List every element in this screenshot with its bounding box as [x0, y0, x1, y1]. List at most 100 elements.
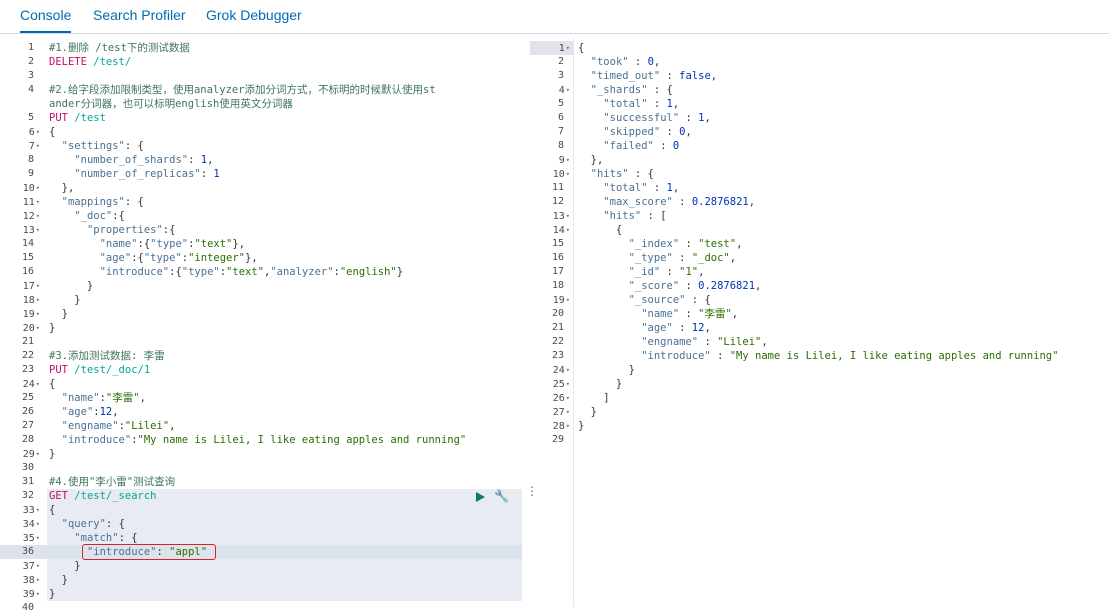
- play-icon[interactable]: [476, 492, 485, 502]
- fold-icon[interactable]: ▾: [566, 226, 570, 234]
- code-token: "english": [339, 266, 397, 278]
- line-number-text: 9: [27, 168, 34, 179]
- code-token: :: [660, 266, 680, 278]
- fold-icon[interactable]: ▾: [566, 86, 570, 94]
- fold-icon[interactable]: ▾: [36, 198, 40, 206]
- tab-grok-debugger[interactable]: Grok Debugger: [206, 7, 302, 23]
- code-token: {: [578, 224, 623, 236]
- fold-icon[interactable]: ▾: [566, 394, 570, 402]
- line-number: 27▾: [534, 405, 570, 419]
- fold-icon[interactable]: ▾: [566, 408, 570, 416]
- code-token: }: [49, 448, 56, 460]
- fold-icon[interactable]: ▾: [566, 366, 570, 374]
- line-number-text: 20: [551, 308, 564, 319]
- line-number: 13▾: [534, 209, 570, 223]
- code-line: {: [578, 41, 584, 55]
- code-token: "analyzer": [270, 266, 334, 278]
- fold-icon[interactable]: ▾: [566, 44, 570, 52]
- code-token: "engname": [61, 420, 119, 432]
- fold-icon[interactable]: ▾: [566, 422, 570, 430]
- code-line: #2.给字段添加限制类型，使用analyzer添加分词方式，不标明的时候默认使用…: [49, 83, 436, 97]
- code-token: "Lilei": [717, 336, 762, 348]
- line-number-text: 30: [21, 462, 34, 473]
- code-line: PUT /test/_doc/1: [49, 363, 150, 377]
- line-number: 18: [534, 279, 570, 293]
- code-token: "engname": [641, 336, 699, 348]
- fold-icon[interactable]: ▾: [36, 450, 40, 458]
- code-token: : {: [647, 84, 673, 96]
- fold-icon[interactable]: ▾: [36, 184, 40, 192]
- fold-icon[interactable]: ▾: [36, 226, 40, 234]
- code-line: "took" : 0,: [578, 55, 661, 69]
- code-token: :: [679, 280, 699, 292]
- fold-icon[interactable]: ▾: [36, 296, 40, 304]
- fold-icon[interactable]: ▾: [566, 380, 570, 388]
- code-token: "type": [181, 266, 220, 278]
- tab-search-profiler[interactable]: Search Profiler: [93, 7, 186, 23]
- line-number: 2: [4, 55, 40, 69]
- line-number-text: 4: [558, 85, 565, 96]
- fold-icon[interactable]: ▾: [36, 128, 40, 136]
- line-number: 6: [534, 111, 570, 125]
- line-number-text: 16: [551, 252, 564, 263]
- code-line: },: [49, 181, 75, 195]
- code-line: "_id" : "1",: [578, 265, 705, 279]
- code-token: PUT: [49, 112, 75, 124]
- fold-icon[interactable]: ▾: [36, 142, 40, 150]
- line-number-text: 26: [21, 406, 34, 417]
- wrench-icon[interactable]: 🔧: [494, 489, 509, 503]
- fold-icon[interactable]: ▾: [566, 156, 570, 164]
- fold-icon[interactable]: ▾: [36, 212, 40, 220]
- code-token: "_source": [628, 294, 686, 306]
- line-number: 36: [4, 545, 40, 559]
- code-token: "_doc": [74, 210, 113, 222]
- code-token: "total": [603, 182, 648, 194]
- code-token: "query": [61, 518, 106, 530]
- code-token: "settings": [61, 140, 125, 152]
- fold-icon[interactable]: ▾: [566, 212, 570, 220]
- code-token: /test/: [93, 56, 132, 68]
- line-number: 9▾: [534, 153, 570, 167]
- code-token: 0.2876821: [698, 280, 756, 292]
- line-number: 4: [4, 83, 40, 97]
- line-number-text: 21: [21, 336, 34, 347]
- code-token: ]: [578, 392, 610, 404]
- line-number: 39▾: [4, 587, 40, 601]
- code-token: "introduce": [641, 350, 711, 362]
- fold-icon[interactable]: ▾: [36, 324, 40, 332]
- fold-icon[interactable]: ▾: [566, 170, 570, 178]
- fold-icon[interactable]: ▾: [566, 296, 570, 304]
- code-line: GET /test/_search: [49, 489, 156, 503]
- fold-icon[interactable]: ▾: [36, 520, 40, 528]
- code-line: }: [49, 559, 80, 573]
- code-token: :: [200, 168, 214, 180]
- line-number: 27: [4, 419, 40, 433]
- fold-icon[interactable]: ▾: [36, 282, 40, 290]
- fold-icon[interactable]: ▾: [36, 506, 40, 514]
- line-number: 40: [4, 601, 40, 615]
- code-line: "_shards" : {: [578, 83, 673, 97]
- code-line: #3.添加测试数据: 李雷: [49, 349, 165, 363]
- line-number: 15: [4, 251, 40, 265]
- code-token: 1: [213, 168, 220, 180]
- fold-icon[interactable]: ▾: [36, 562, 40, 570]
- fold-icon[interactable]: ▾: [36, 534, 40, 542]
- code-token: "name": [641, 308, 680, 320]
- line-number-text: 22: [551, 336, 564, 347]
- tab-console[interactable]: Console: [20, 7, 72, 33]
- fold-icon[interactable]: ▾: [36, 380, 40, 388]
- code-line: "number_of_shards": 1,: [49, 153, 213, 167]
- fold-icon[interactable]: ▾: [36, 590, 40, 598]
- fold-icon[interactable]: ▾: [36, 576, 40, 584]
- code-token: :: [653, 140, 673, 152]
- fold-icon[interactable]: ▾: [36, 310, 40, 318]
- code-token: GET: [49, 490, 75, 502]
- code-token: "text": [194, 238, 233, 250]
